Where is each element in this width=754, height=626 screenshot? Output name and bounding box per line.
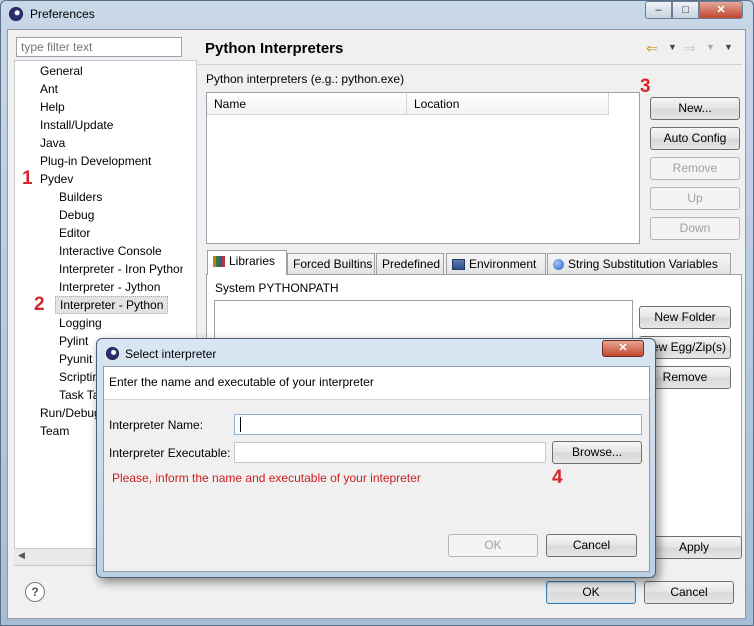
cancel-button[interactable]: Cancel (644, 581, 734, 604)
scroll-left-icon[interactable]: ◀ (18, 550, 25, 561)
tab-string-substitution[interactable]: String Substitution Variables (547, 253, 731, 274)
ok-button[interactable]: OK (546, 581, 636, 604)
interpreters-label: Python interpreters (e.g.: python.exe) (206, 72, 405, 86)
interpreter-executable-input[interactable] (234, 442, 546, 463)
tab-libraries-label: Libraries (229, 254, 276, 268)
tree-item-builders[interactable]: Builders (59, 189, 102, 205)
annotation-1: 1 (22, 168, 33, 189)
dialog-error-message: Please, inform the name and executable o… (112, 471, 421, 485)
text-cursor (240, 417, 241, 432)
tree-item-help[interactable]: Help (40, 99, 65, 115)
tree-item-general[interactable]: General (40, 63, 83, 79)
tree-item-pydev[interactable]: Pydev (40, 171, 73, 187)
interpreter-executable-label: Interpreter Executable: (109, 446, 231, 460)
window-title: Preferences (30, 7, 95, 21)
maximize-button[interactable]: □ (672, 1, 699, 19)
tab-predefined-label: Predefined (382, 257, 441, 271)
interpreter-name-input[interactable] (234, 414, 642, 435)
tree-item-pylint[interactable]: Pylint (59, 333, 88, 349)
tree-item-install-update[interactable]: Install/Update (40, 117, 113, 133)
tab-environment[interactable]: Environment (446, 253, 546, 274)
tree-item-logging[interactable]: Logging (59, 315, 102, 331)
tree-item-pyunit[interactable]: Pyunit (59, 351, 92, 367)
new-interpreter-button[interactable]: New... (650, 97, 740, 120)
dialog-cancel-button[interactable]: Cancel (546, 534, 637, 557)
back-arrow-icon[interactable]: ⇐ (646, 40, 658, 57)
tab-libraries[interactable]: Libraries (207, 250, 287, 275)
down-button[interactable]: Down (650, 217, 740, 240)
apply-button[interactable]: Apply (646, 536, 742, 559)
tree-item-interpreter-python[interactable]: Interpreter - Python (55, 296, 169, 314)
eclipse-logo-icon (9, 7, 23, 21)
close-window-button[interactable]: ✕ (699, 1, 743, 19)
dialog-title: Select interpreter (125, 347, 217, 361)
dialog-ok-button[interactable]: OK (448, 534, 538, 557)
view-menu-icon[interactable]: ▼ (724, 42, 733, 52)
tab-predefined[interactable]: Predefined (376, 253, 444, 274)
interpreter-name-label: Interpreter Name: (109, 418, 204, 432)
dialog-message: Enter the name and executable of your in… (109, 375, 374, 389)
column-header-name[interactable]: Name (207, 93, 407, 115)
tree-item-plugin-development[interactable]: Plug-in Development (40, 153, 151, 169)
new-folder-button[interactable]: New Folder (639, 306, 731, 329)
annotation-2: 2 (34, 294, 45, 315)
tab-forced-builtins[interactable]: Forced Builtins (287, 253, 375, 274)
annotation-4: 4 (552, 467, 563, 488)
forward-arrow-icon[interactable]: ⇒ (684, 40, 696, 57)
browse-button[interactable]: Browse... (552, 441, 642, 464)
tree-item-run-debug[interactable]: Run/Debug (40, 405, 101, 421)
remove-interpreter-button[interactable]: Remove (650, 157, 740, 180)
annotation-3: 3 (640, 76, 651, 97)
system-pythonpath-label: System PYTHONPATH (215, 281, 339, 295)
tab-forced-builtins-label: Forced Builtins (293, 257, 373, 271)
filter-input[interactable] (16, 37, 182, 57)
forward-dropdown-icon[interactable]: ▼ (706, 42, 715, 52)
tab-environment-label: Environment (469, 257, 537, 271)
minimize-button[interactable]: ‒ (645, 1, 672, 19)
auto-config-button[interactable]: Auto Config (650, 127, 740, 150)
tree-item-java[interactable]: Java (40, 135, 65, 151)
books-icon (213, 256, 225, 268)
tree-item-debug[interactable]: Debug (59, 207, 94, 223)
tab-string-substitution-label: String Substitution Variables (568, 257, 718, 271)
variable-icon (553, 259, 564, 271)
tree-item-interactive-console[interactable]: Interactive Console (59, 243, 162, 259)
dialog-close-button[interactable]: ✕ (602, 340, 644, 357)
tree-item-ant[interactable]: Ant (40, 81, 58, 97)
up-button[interactable]: Up (650, 187, 740, 210)
tree-item-editor[interactable]: Editor (59, 225, 90, 241)
environment-icon (452, 259, 465, 271)
tree-item-interpreter-jython[interactable]: Interpreter - Jython (59, 279, 160, 295)
help-icon[interactable]: ? (25, 582, 45, 602)
tree-item-interpreter-iron-python[interactable]: Interpreter - Iron Python (59, 261, 183, 277)
back-dropdown-icon[interactable]: ▼ (668, 42, 677, 52)
tree-item-team[interactable]: Team (40, 423, 69, 439)
title-separator (198, 64, 742, 65)
dialog-eclipse-icon (106, 347, 119, 360)
page-title: Python Interpreters (205, 40, 344, 57)
column-header-location[interactable]: Location (407, 93, 609, 115)
